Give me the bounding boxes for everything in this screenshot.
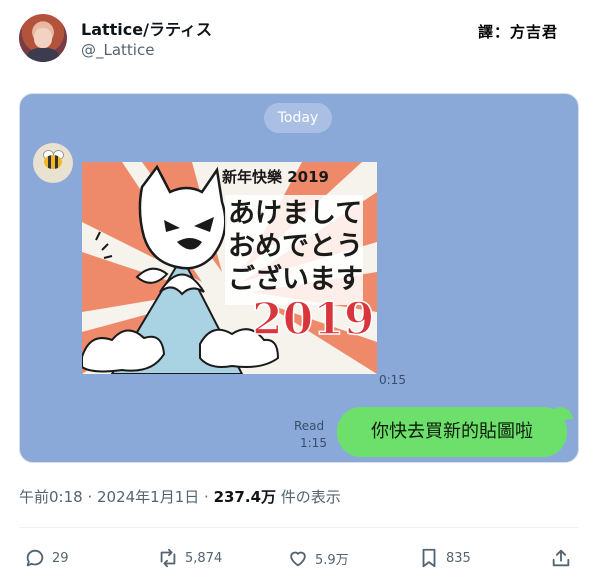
sticker-line-3: ございます	[228, 263, 363, 295]
reply-button[interactable]: 29	[24, 546, 69, 570]
heart-icon	[290, 551, 306, 567]
view-count-suffix: 件の表示	[276, 488, 341, 506]
actions-divider-top	[19, 527, 579, 528]
share-icon	[552, 549, 570, 567]
like-button[interactable]: 5.9万	[287, 546, 349, 570]
author-avatar[interactable]	[19, 14, 67, 62]
view-count: 237.4万	[213, 488, 277, 506]
share-button[interactable]	[550, 546, 572, 570]
read-receipt-time: 1:15	[300, 436, 327, 450]
bee-icon	[44, 155, 62, 169]
read-receipt-label: Read	[294, 419, 325, 433]
bookmark-icon	[422, 548, 436, 568]
bookmark-button[interactable]: 835	[418, 546, 471, 570]
sticker-line-1: あけまして	[228, 198, 362, 229]
sticker-art: 新年快樂 2019 あけまして おめでとう ございます 2019	[82, 162, 377, 374]
repost-icon	[160, 548, 176, 568]
sticker-year: 2019	[252, 294, 374, 345]
avatar-body	[27, 48, 59, 62]
like-count: 5.9万	[315, 552, 349, 568]
post-meta: 午前0:18 · 2024年1月1日 · 237.4万 件の表示	[19, 486, 341, 507]
sticker-line-2: おめでとう	[228, 231, 363, 262]
avatar-face	[34, 28, 52, 48]
sender-avatar	[33, 143, 73, 183]
repost-count: 5,874	[185, 550, 223, 566]
chat-screenshot[interactable]: Today 新年快樂 2019 あけまして おめでとう ございます 2019 0…	[19, 93, 579, 463]
translator-credit: 譯：方吉君	[478, 21, 559, 42]
outgoing-message-bubble: 你快去買新的貼圖啦	[337, 407, 567, 457]
reply-icon	[26, 549, 44, 567]
date-pill: Today	[264, 103, 332, 133]
post-timestamp[interactable]: 午前0:18 · 2024年1月1日 ·	[19, 488, 214, 506]
sticker-timestamp: 0:15	[379, 373, 406, 387]
sticker-top-text: 新年快樂 2019	[222, 168, 329, 186]
author-handle[interactable]: @_Lattice	[81, 41, 154, 59]
repost-button[interactable]: 5,874	[157, 546, 222, 570]
reply-count: 29	[52, 550, 69, 566]
bookmark-count: 835	[446, 550, 471, 566]
author-display-name[interactable]: Lattice/ラティス	[81, 16, 212, 40]
new-year-sticker: 新年快樂 2019 あけまして おめでとう ございます 2019	[82, 162, 377, 374]
